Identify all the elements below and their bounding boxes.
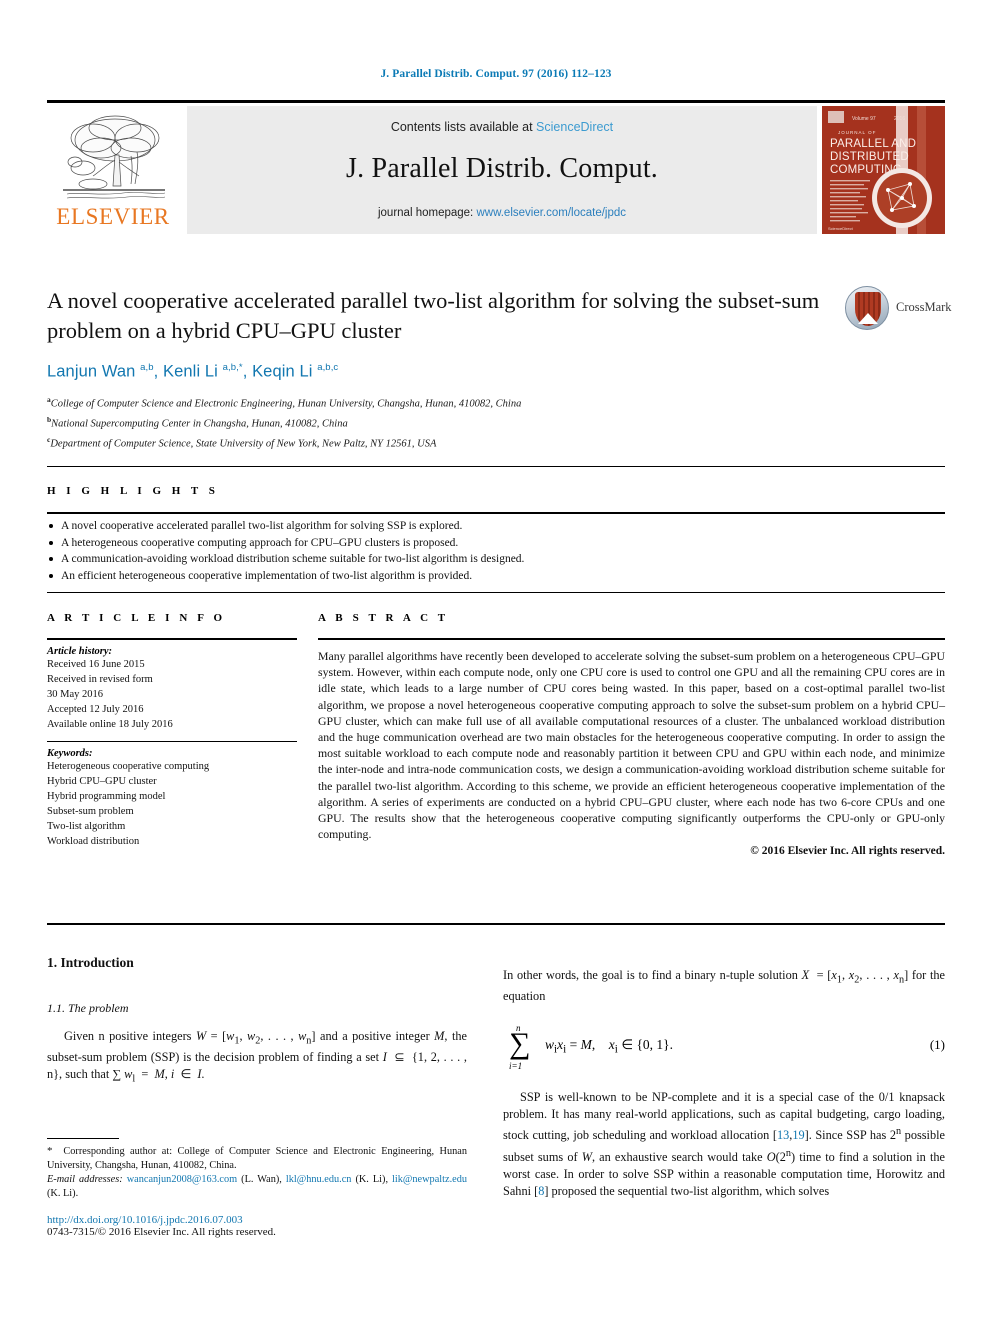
article-info-column: A R T I C L E I N F O Article history: R… (47, 612, 297, 849)
svg-text:JOURNAL OF: JOURNAL OF (838, 130, 876, 135)
article-info-heading: A R T I C L E I N F O (47, 612, 226, 624)
author-list: Lanjun Wan a,b, Kenli Li a,b,*, Keqin Li… (47, 362, 339, 381)
section-heading-introduction: 1. Introduction (47, 955, 134, 970)
abstract-copyright: © 2016 Elsevier Inc. All rights reserved… (750, 845, 945, 858)
svg-text:Volume 97: Volume 97 (852, 116, 876, 122)
affiliation-list: aCollege of Computer Science and Electro… (47, 392, 945, 452)
highlights-top-rule (47, 466, 945, 467)
equation-lower-limit: i=1 (509, 1061, 523, 1072)
crossmark-badge-group[interactable]: CrossMark (845, 286, 952, 334)
affiliation-text-b: National Supercomputing Center in Changs… (51, 418, 348, 429)
masthead-center-panel: Contents lists available at ScienceDirec… (187, 106, 817, 234)
crossmark-label: CrossMark (896, 300, 952, 314)
keyword-item: Heterogeneous cooperative computing (47, 761, 210, 772)
svg-text:2016: 2016 (894, 116, 905, 122)
equation-number: (1) (929, 1037, 945, 1053)
paragraph-binary-tuple: In other words, the goal is to find a bi… (503, 968, 945, 1004)
list-item: An efficient heterogeneous cooperative i… (47, 568, 945, 585)
abstract-heading: A B S T R A C T (318, 612, 449, 624)
journal-cover-art: Volume 97 2016 JOURNAL OF PARALLEL AND D… (822, 106, 945, 234)
elsevier-logo: ELSEVIER (47, 106, 179, 234)
highlights-heading: H I G H L I G H T S (47, 485, 219, 497)
article-history-line: Available online 18 July 2016 (47, 719, 173, 730)
keywords-label: Keywords: (47, 748, 93, 759)
page-title: A novel cooperative accelerated parallel… (47, 288, 820, 343)
svg-text:DISTRIBUTED: DISTRIBUTED (830, 151, 909, 163)
masthead-top-rule (47, 100, 945, 103)
paragraph-np-complete: SSP is well-known to be NP-complete and … (503, 1090, 945, 1198)
body-separator-rule (47, 923, 945, 925)
corresponding-author-note: * Corresponding author at: College of Co… (47, 1145, 467, 1171)
list-item: A heterogeneous cooperative computing ap… (47, 535, 945, 552)
affiliation-text-c: Department of Computer Science, State Un… (50, 438, 437, 449)
article-page: J. Parallel Distrib. Comput. 97 (2016) 1… (0, 0, 992, 1323)
journal-homepage-link[interactable]: www.elsevier.com/locate/jpdc (476, 207, 626, 219)
abstract-rule (318, 638, 945, 640)
body-left-column: 1. Introduction 1.1. The problem Given n… (47, 955, 467, 1088)
article-history-label: Article history: (47, 646, 113, 657)
affiliation-b: bNational Supercomputing Center in Chang… (47, 412, 945, 432)
keyword-item: Hybrid programming model (47, 791, 166, 802)
keyword-item: Hybrid CPU–GPU cluster (47, 776, 157, 787)
article-history-line: Received in revised form (47, 674, 153, 685)
footnote-rule (47, 1138, 119, 1139)
issn-copyright-line: 0743-7315/© 2016 Elsevier Inc. All right… (47, 1226, 276, 1238)
keyword-item: Subset-sum problem (47, 806, 134, 817)
highlights-bottom-rule (47, 592, 945, 593)
highlights-list: A novel cooperative accelerated parallel… (47, 518, 945, 584)
journal-title: J. Parallel Distrib. Comput. (345, 153, 659, 184)
paragraph-problem-definition: Given n positive integers W = [w1, w2, .… (47, 1029, 468, 1085)
homepage-prefix: journal homepage: (377, 207, 477, 219)
keyword-item: Workload distribution (47, 836, 140, 847)
list-item: A communication-avoiding workload distri… (47, 551, 945, 568)
article-info-rule (47, 638, 297, 640)
affiliation-a: aCollege of Computer Science and Electro… (47, 392, 945, 412)
footnote-block: * Corresponding author at: College of Co… (47, 1138, 467, 1238)
elsevier-wordmark: ELSEVIER (56, 204, 170, 229)
doi-link[interactable]: http://dx.doi.org/10.1016/j.jpdc.2016.07… (47, 1214, 467, 1226)
journal-homepage-line: journal homepage: www.elsevier.com/locat… (187, 207, 817, 219)
crossmark-triangle-icon (858, 313, 878, 324)
affiliation-c: cDepartment of Computer Science, State U… (47, 432, 945, 452)
article-history-line: 30 May 2016 (47, 689, 103, 700)
elsevier-tree-icon (63, 115, 166, 199)
svg-text:ScienceDirect: ScienceDirect (828, 226, 854, 231)
keywords-divider (47, 741, 297, 742)
article-history-line: Accepted 12 July 2016 (47, 704, 144, 715)
email-addresses-note: E-mail addresses: wancanjun2008@163.com … (47, 1174, 468, 1199)
subsection-heading-the-problem: 1.1. The problem (47, 1001, 129, 1015)
affiliation-text-a: College of Computer Science and Electron… (50, 398, 522, 409)
article-history-line: Received 16 June 2015 (47, 659, 145, 670)
crossmark-icon (845, 286, 889, 330)
title-block: A novel cooperative accelerated parallel… (47, 286, 952, 452)
sciencedirect-link[interactable]: ScienceDirect (536, 120, 613, 134)
keyword-item: Two-list algorithm (47, 821, 126, 832)
contents-prefix: Contents lists available at (390, 120, 537, 134)
running-head: J. Parallel Distrib. Comput. 97 (2016) 1… (380, 68, 612, 80)
abstract-column: A B S T R A C T Many parallel algorithms… (318, 612, 945, 857)
journal-masthead: ELSEVIER Contents lists available at Sci… (47, 100, 945, 234)
body-right-column: In other words, the goal is to find a bi… (503, 955, 945, 1200)
equation-1: n ∑ i=1 wixi = M, xi ∈ {0, 1}. (1) (503, 1023, 945, 1077)
list-item: A novel cooperative accelerated parallel… (47, 518, 945, 535)
abstract-body: Many parallel algorithms have recently b… (318, 649, 946, 842)
equation-expression: wixi = M, xi ∈ {0, 1}. (545, 1037, 674, 1057)
svg-text:PARALLEL AND: PARALLEL AND (830, 138, 916, 150)
contents-available-line: Contents lists available at ScienceDirec… (187, 120, 817, 134)
highlights-mid-rule (47, 512, 945, 514)
equation-sigma-symbol: ∑ (509, 1027, 531, 1061)
journal-cover-image: Volume 97 2016 JOURNAL OF PARALLEL AND D… (822, 106, 945, 234)
